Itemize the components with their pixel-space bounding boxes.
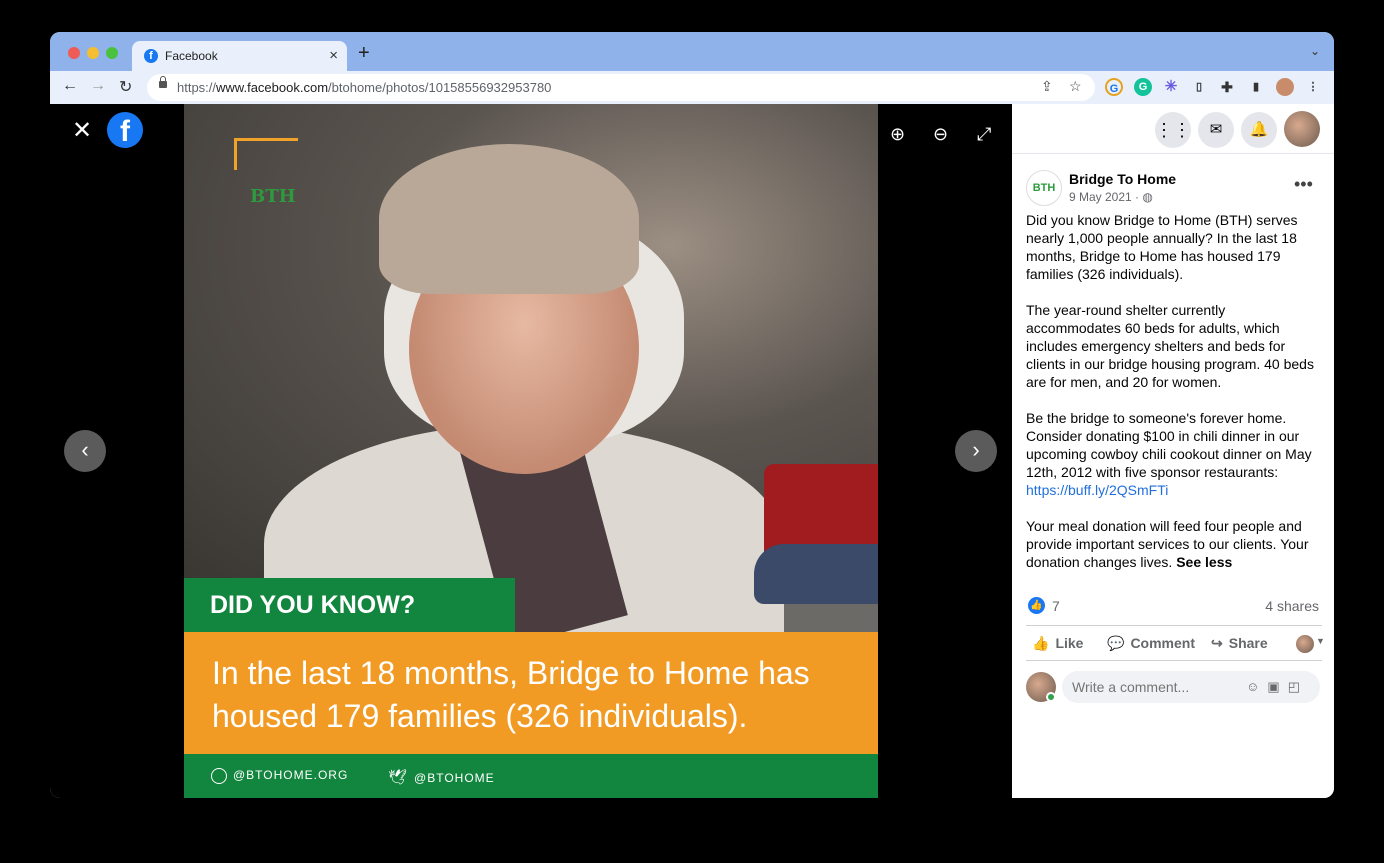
account-avatar[interactable] [1284, 111, 1320, 147]
comment-composer: ☺▣◰ [1026, 670, 1322, 706]
chrome-extension-icon[interactable]: G [1105, 78, 1123, 96]
tab-title: Facebook [165, 49, 218, 63]
globe-icon: ◍ [1142, 190, 1153, 204]
grammarly-icon[interactable]: G [1134, 78, 1152, 96]
comment-bubble-icon: 💬 [1107, 635, 1125, 651]
online-status-dot [1046, 692, 1056, 702]
see-less-link[interactable]: See less [1176, 554, 1232, 570]
bth-logo: BTH [224, 132, 324, 212]
reload-icon[interactable]: ↻ [119, 77, 132, 97]
puzzle-extensions-icon[interactable]: ✚ [1218, 78, 1236, 96]
gif-icon[interactable]: ▣ [1267, 679, 1287, 694]
post-actions: 👍 Like 💬 Comment ↪ Share ▼ [1026, 625, 1325, 661]
back-arrow-icon[interactable]: ← [62, 77, 78, 95]
close-icon[interactable]: ✕ [72, 116, 92, 145]
lock-icon[interactable] [159, 76, 167, 88]
bth-logo-text: BTH [250, 186, 296, 207]
post-photo: BTH DID YOU KNOW? In the last 18 months,… [184, 104, 878, 798]
zoom-out-icon[interactable]: ⊖ [933, 124, 948, 145]
twitter-bird-icon: 🕊 [388, 769, 409, 786]
donation-link[interactable]: https://buff.ly/2QSmFTi [1026, 482, 1168, 498]
sparkle-extension-icon[interactable]: ✳ [1162, 78, 1180, 96]
did-you-know-text: DID YOU KNOW? [210, 591, 416, 619]
zoom-in-icon[interactable]: ⊕ [890, 124, 905, 145]
post-paragraph: Your meal donation will feed four people… [1026, 518, 1309, 570]
house-roof-icon [234, 138, 298, 170]
maximize-window-button[interactable] [106, 47, 118, 59]
menu-grid-icon[interactable]: ⋮⋮ [1155, 112, 1191, 148]
tab-close-icon[interactable]: × [329, 47, 338, 64]
url-text[interactable]: https://www.facebook.com/btohome/photos/… [177, 80, 551, 95]
caret-down-icon[interactable]: ▼ [1316, 636, 1325, 646]
more-options-icon[interactable]: ••• [1294, 174, 1313, 195]
like-count[interactable]: 7 [1052, 598, 1060, 614]
messenger-icon[interactable]: ✉ [1198, 112, 1234, 148]
post-date[interactable]: 9 May 2021 · ◍ [1069, 190, 1153, 204]
browser-toolbar: ← → ↻ https://www.facebook.com/btohome/p… [50, 71, 1334, 104]
post-paragraph: The year-round shelter currently accommo… [1026, 302, 1314, 390]
new-tab-button[interactable]: + [358, 42, 370, 65]
previous-photo-button[interactable]: ‹ [64, 430, 106, 472]
bookmark-star-icon[interactable]: ☆ [1069, 78, 1082, 95]
reader-extension-icon[interactable]: ▯ [1190, 78, 1208, 96]
emoji-icon[interactable]: ☺ [1246, 679, 1267, 694]
social-bar: @BTOHOME.ORG 🕊 @BTOHOME [184, 754, 878, 798]
tab-facebook[interactable]: f Facebook × [132, 41, 347, 71]
minimize-window-button[interactable] [87, 47, 99, 59]
photo-viewer: ✕ f BTH DID YOU KNOW? In the last 18 mon… [50, 104, 1012, 798]
comment-tools: ☺▣◰ [1246, 679, 1308, 695]
post-paragraph: Be the bridge to someone's forever home.… [1026, 410, 1312, 498]
page-name[interactable]: Bridge To Home [1069, 171, 1176, 187]
post-side-panel: ⋮⋮ ✉ 🔔 BTH Bridge To Home 9 May 2021 · ◍… [1012, 104, 1334, 798]
facebook-favicon-icon: f [144, 49, 158, 63]
stat-text: In the last 18 months, Bridge to Home ha… [212, 655, 810, 734]
browser-window: f Facebook × + ⌄ ← → ↻ https://www.faceb… [50, 32, 1334, 798]
facebook-logo-icon[interactable]: f [107, 112, 143, 148]
browser-menu-icon[interactable]: ⋮ [1304, 78, 1322, 96]
profile-avatar[interactable] [1276, 78, 1294, 96]
fullscreen-icon[interactable]: ⤢ [977, 124, 991, 145]
post-text: Did you know Bridge to Home (BTH) serves… [1026, 211, 1322, 589]
comment-button[interactable]: 💬 Comment [1107, 635, 1195, 652]
post-as-avatar[interactable] [1296, 635, 1314, 653]
photo-mitten [754, 544, 878, 604]
close-window-button[interactable] [68, 47, 80, 59]
share-icon[interactable]: ⇪ [1041, 78, 1053, 95]
share-arrow-icon: ↪ [1211, 635, 1223, 651]
side-panel-icon[interactable]: ▮ [1247, 78, 1265, 96]
post-paragraph: Did you know Bridge to Home (BTH) serves… [1026, 212, 1298, 282]
did-you-know-banner: DID YOU KNOW? [184, 578, 515, 632]
like-button[interactable]: 👍 Like [1032, 635, 1083, 652]
globe-icon [211, 768, 227, 784]
thumbs-up-icon: 👍 [1032, 635, 1050, 651]
page-avatar[interactable]: BTH [1026, 170, 1062, 206]
address-bar[interactable]: https://www.facebook.com/btohome/photos/… [147, 74, 1095, 101]
sticker-icon[interactable]: ◰ [1288, 679, 1308, 694]
next-photo-button[interactable]: › [955, 430, 997, 472]
forward-arrow-icon[interactable]: → [90, 77, 106, 95]
tab-search-chevron-icon[interactable]: ⌄ [1310, 44, 1320, 58]
photo-hat [379, 144, 639, 294]
website-handle: @BTOHOME.ORG [211, 768, 348, 784]
like-reaction-icon[interactable]: 👍 [1028, 597, 1045, 614]
share-button[interactable]: ↪ Share [1211, 635, 1268, 652]
share-count[interactable]: 4 shares [1265, 598, 1319, 614]
stat-banner: In the last 18 months, Bridge to Home ha… [184, 632, 878, 754]
reactions-bar: 👍 7 4 shares [1026, 596, 1322, 616]
top-nav-icons: ⋮⋮ ✉ 🔔 [1012, 104, 1334, 154]
notifications-bell-icon[interactable]: 🔔 [1241, 112, 1277, 148]
tab-strip: f Facebook × + ⌄ [50, 32, 1334, 71]
twitter-handle: 🕊 @BTOHOME [388, 769, 495, 786]
